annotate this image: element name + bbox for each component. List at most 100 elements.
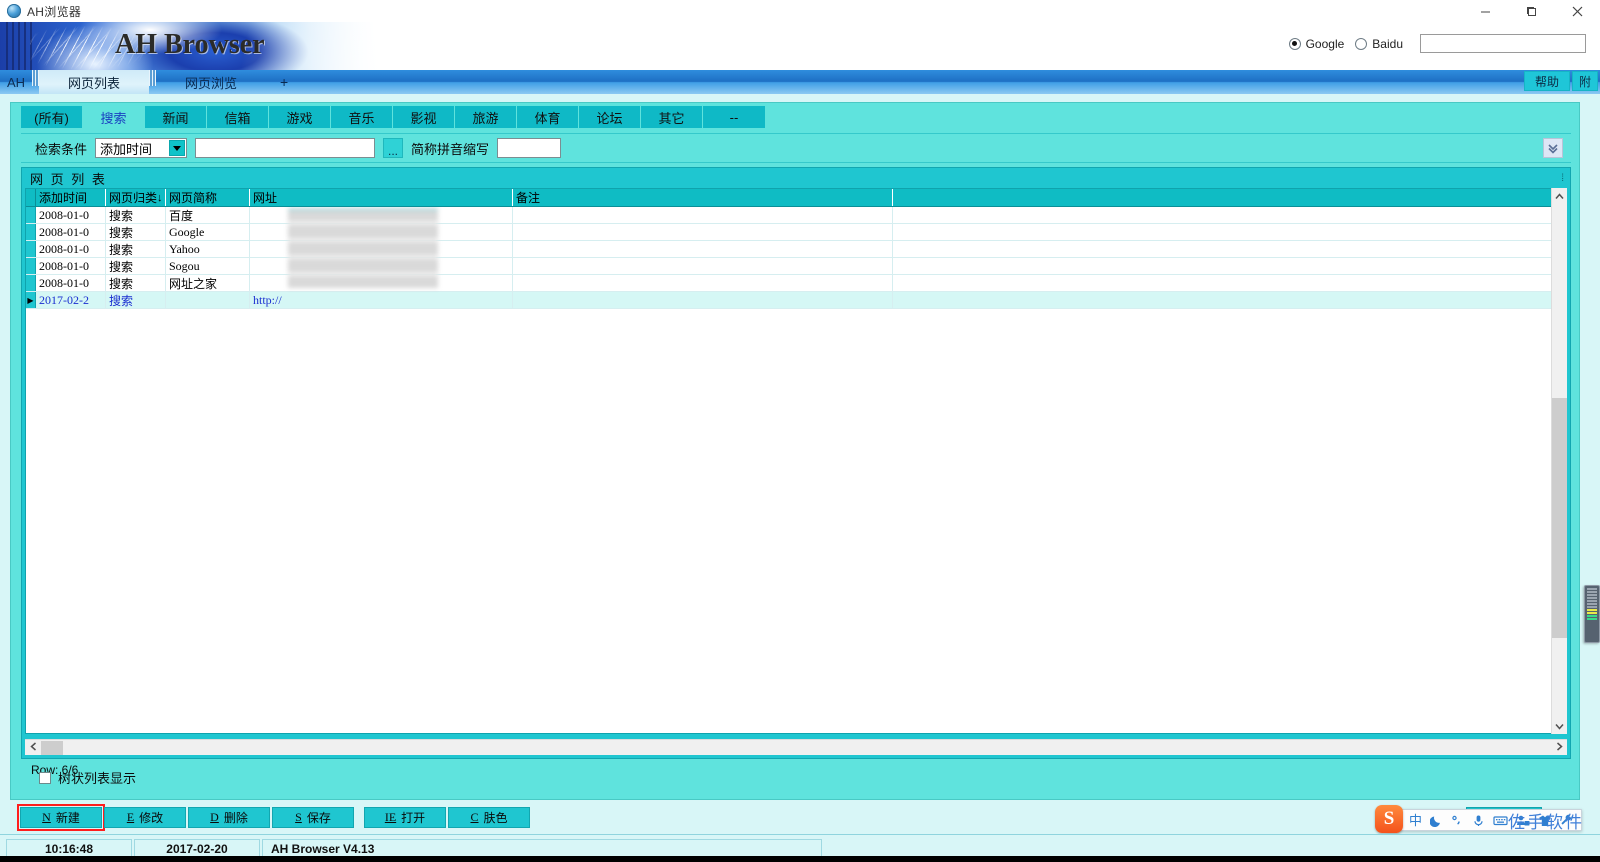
delete-button-accel: D [210,810,219,824]
moon-icon[interactable] [1430,814,1443,827]
filter-label: 检索条件 [35,141,88,157]
cat-tab-sports[interactable]: 体育 [517,106,579,128]
row-marker [26,241,36,257]
cat-tab-search[interactable]: 搜索 [83,106,145,128]
filter-value-input[interactable] [195,138,376,158]
cat-tab-forum[interactable]: 论坛 [579,106,641,128]
tab-add-new[interactable]: + [266,70,308,94]
tab-web-list[interactable]: 网页列表 [39,70,149,94]
tree-view-checkbox[interactable] [39,771,51,784]
skin-color-button[interactable]: C 肤色 [448,807,530,828]
filter-field-select[interactable]: 添加时间 [95,138,188,158]
grid-header-category[interactable]: 网页归类 ↓ [106,189,166,206]
chevron-left-icon[interactable] [25,742,41,753]
table-row[interactable]: 2008-01-0 搜索 网址之家 [26,275,1566,292]
list-caption: 网 页 列 表 ⁞ [22,168,1570,188]
edit-button[interactable]: E 修改 [104,807,186,828]
cell-url [250,241,513,257]
gauge-segment-ok [1587,615,1597,617]
attach-button[interactable]: 附 [1571,71,1598,91]
cell-category: 搜索 [106,241,166,257]
maximize-button[interactable] [1508,0,1554,22]
window-title: AH浏览器 [27,4,82,19]
double-chevron-down-icon[interactable] [1543,138,1563,158]
grid-header-url[interactable]: 网址 [250,189,513,206]
grid-header-name[interactable]: 网页简称 [166,189,250,206]
cell-category: 搜索 [106,292,166,308]
cell-category: 搜索 [106,258,166,274]
cat-tab-mail[interactable]: 信箱 [207,106,269,128]
cell-time: 2008-01-0 [36,207,106,223]
cell-url [250,207,513,223]
row-marker [26,224,36,240]
microphone-icon[interactable] [1472,814,1485,827]
pinyin-input[interactable] [497,138,562,158]
cell-note [513,224,893,240]
cat-tab-all[interactable]: (所有) [21,106,83,128]
globe-icon [7,4,21,18]
window-title-bar: AH浏览器 [0,0,1600,22]
skin-button-label: 肤色 [483,811,508,825]
horizontal-scroll-thumb[interactable] [41,740,63,755]
minimize-button[interactable] [1462,0,1508,22]
cat-tab-travel[interactable]: 旅游 [455,106,517,128]
radio-baidu[interactable] [1355,37,1368,50]
keyboard-icon[interactable] [1493,814,1508,827]
tab-grip-1 [32,70,39,86]
cat-tab-news[interactable]: 新闻 [145,106,207,128]
chevron-down-icon[interactable] [1552,718,1567,734]
save-button[interactable]: S 保存 [272,807,354,828]
row-marker [26,275,36,291]
table-row[interactable]: 2008-01-0 搜索 Google [26,224,1566,241]
table-row[interactable]: 2008-01-0 搜索 Yahoo [26,241,1566,258]
cat-tab-dash[interactable]: -- [703,106,765,128]
grid-body: 2008-01-0 搜索 百度 2008-01-0 搜索 Google 2008… [26,207,1566,733]
tab-ah[interactable]: AH [0,70,32,94]
cat-tab-video[interactable]: 影视 [393,106,455,128]
table-row[interactable]: 2008-01-0 搜索 Sogou [26,258,1566,275]
sogou-logo-icon[interactable]: S [1374,805,1403,833]
cell-category: 搜索 [106,275,166,291]
vertical-scroll-thumb[interactable] [1552,398,1567,638]
radio-google-label: Google [1305,36,1345,51]
cell-time: 2008-01-0 [36,241,106,257]
filter-field-value: 添加时间 [100,141,153,157]
delete-button[interactable]: D 删除 [188,807,270,828]
table-row[interactable]: ▶ 2017-02-2 搜索 http:// [26,292,1566,309]
cell-url [250,275,513,291]
grid-vertical-scrollbar[interactable] [1551,188,1567,734]
web-search-input[interactable] [1420,34,1586,53]
cat-tab-other[interactable]: 其它 [641,106,703,128]
chevron-up-icon[interactable] [1552,188,1567,204]
tree-view-option[interactable]: 树状列表显示 [39,768,136,787]
window-controls [1462,0,1600,22]
filter-browse-button[interactable]: ... [383,138,404,158]
save-button-accel: S [295,810,302,824]
cell-name: Sogou [166,258,250,274]
cell-category: 搜索 [106,224,166,240]
grid-header-time[interactable]: 添加时间 [36,189,106,206]
close-button[interactable] [1554,0,1600,22]
cell-time: 2008-01-0 [36,258,106,274]
cell-time: 2017-02-2 [36,292,106,308]
radio-google[interactable] [1288,37,1301,50]
new-button[interactable]: N 新建 [17,804,105,831]
edge-gauge-widget[interactable] [1584,585,1600,643]
cell-name: 百度 [166,207,250,223]
tab-web-browse[interactable]: 网页浏览 [156,70,266,94]
chevron-down-icon[interactable] [169,140,186,156]
gauge-segment [1587,600,1597,602]
main-panel: (所有) 搜索 新闻 信箱 游戏 音乐 影视 旅游 体育 论坛 其它 -- 检索… [10,102,1580,800]
grid-header-note[interactable]: 备注 [513,189,893,206]
cell-category: 搜索 [106,207,166,223]
chevron-right-icon[interactable] [1551,742,1567,753]
open-in-ie-button[interactable]: IE 打开 [364,807,446,828]
table-row[interactable]: 2008-01-0 搜索 百度 [26,207,1566,224]
cat-tab-music[interactable]: 音乐 [331,106,393,128]
help-button[interactable]: 帮助 [1523,71,1570,91]
grid-horizontal-scrollbar[interactable] [25,739,1567,755]
chinese-mode-icon[interactable]: 中 [1409,814,1422,827]
gauge-segment-warn [1587,609,1597,611]
cat-tab-games[interactable]: 游戏 [269,106,331,128]
punctuation-icon[interactable] [1451,814,1464,827]
